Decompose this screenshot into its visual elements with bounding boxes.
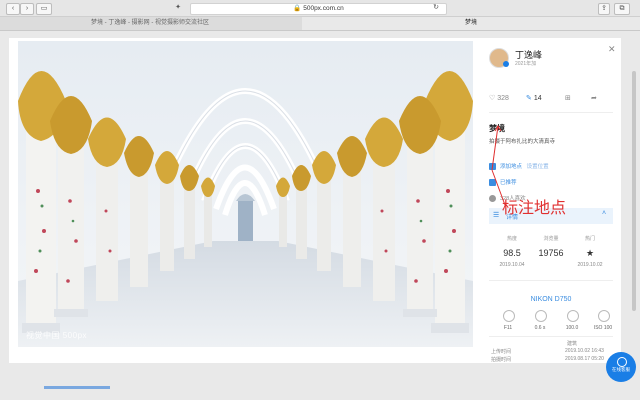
annotation-label: 标注地点 [502,198,567,217]
chat-icon [617,357,627,367]
online-service-label: 在线客服 [612,367,630,372]
online-service-button[interactable]: 在线客服 [606,352,636,382]
footer-link[interactable] [44,386,110,389]
